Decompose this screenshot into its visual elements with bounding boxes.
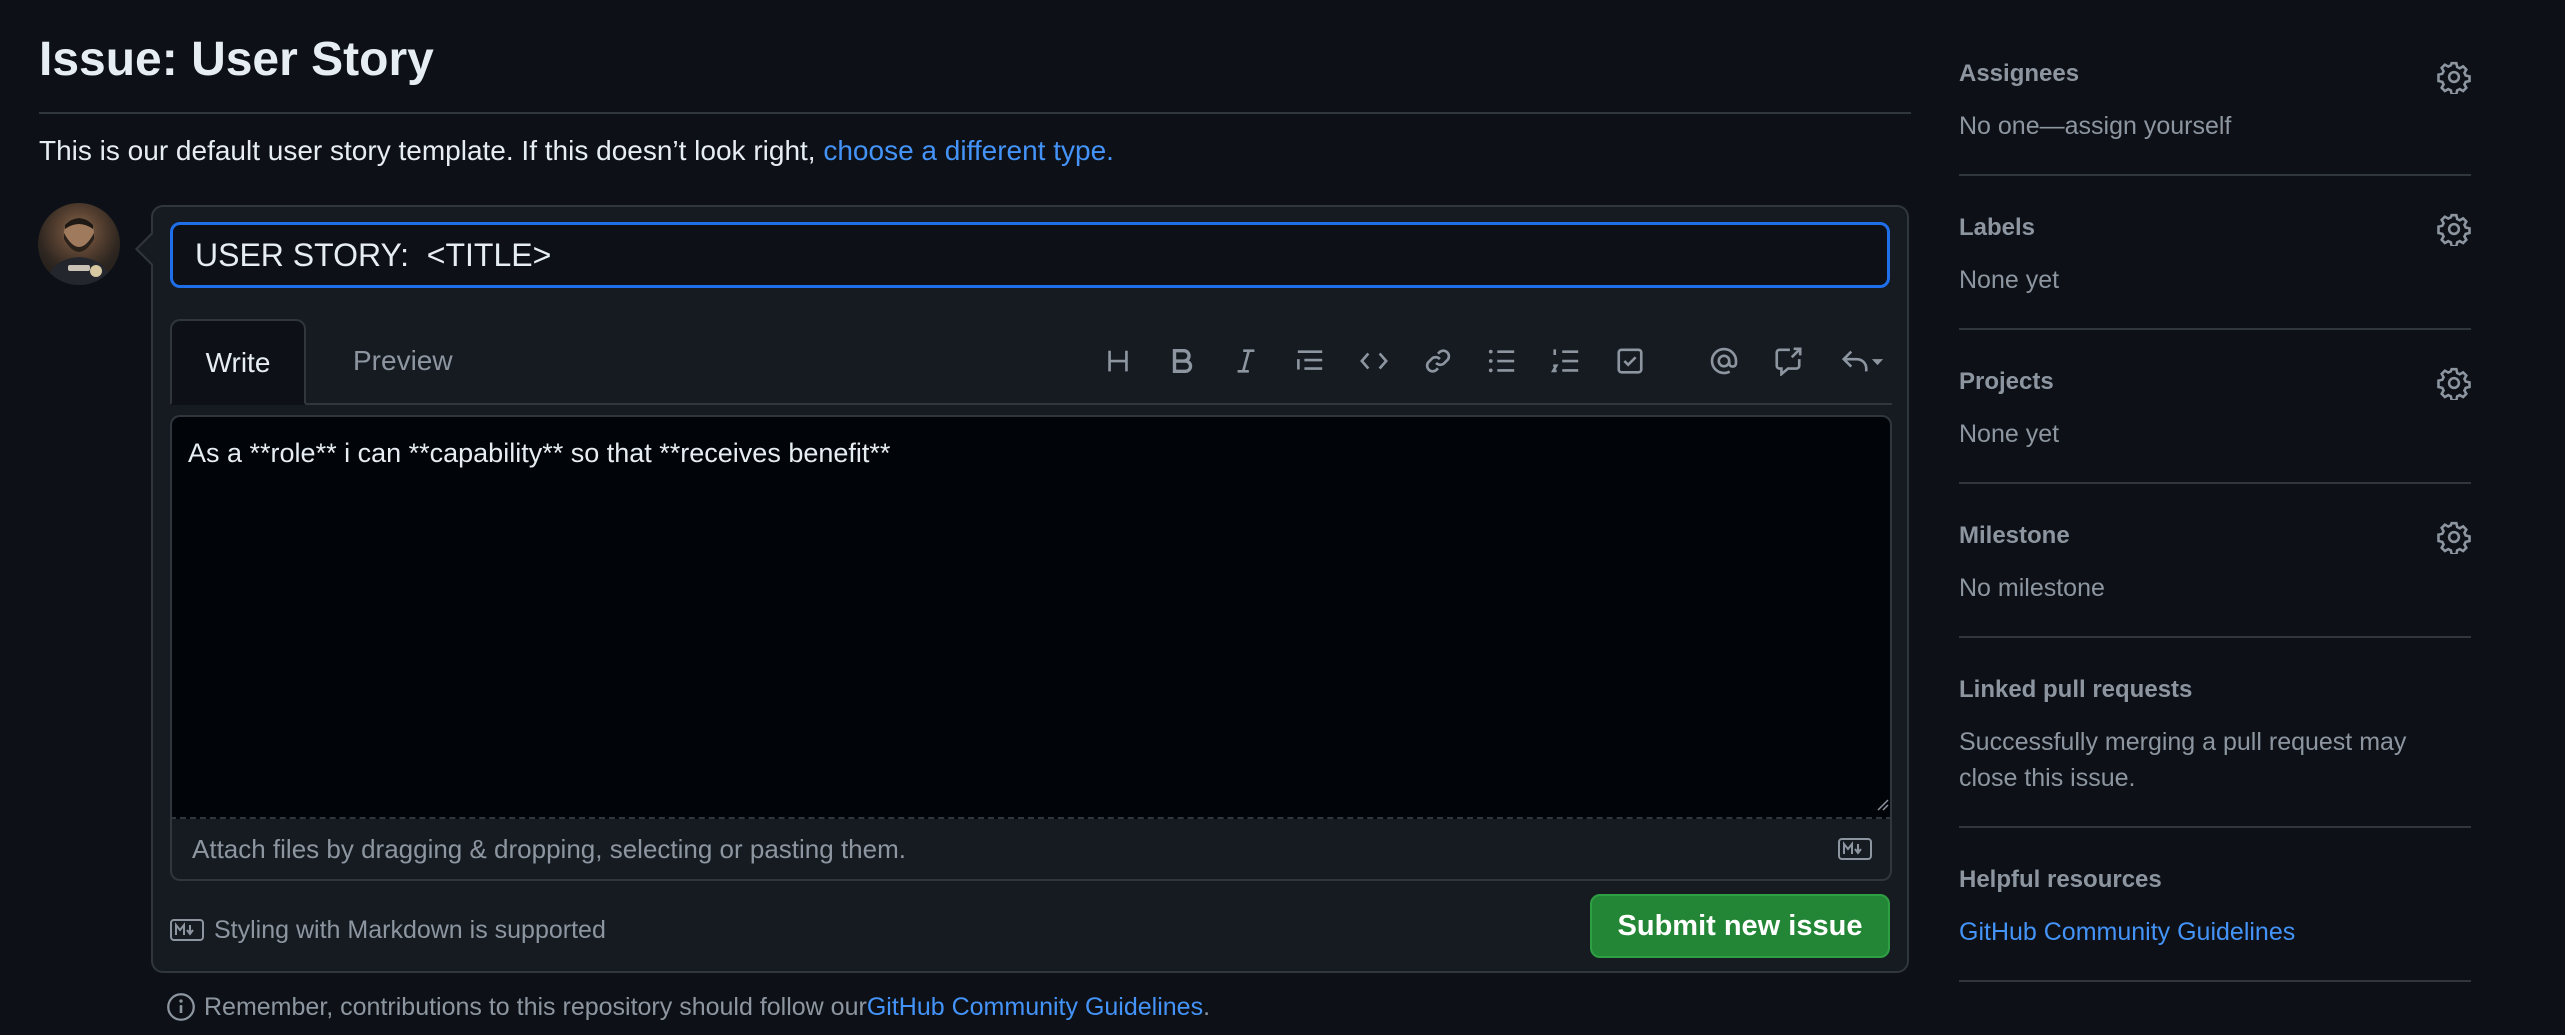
- mention-button[interactable]: [1704, 341, 1744, 381]
- link-icon: [1425, 349, 1451, 373]
- linked-prs-heading: Linked pull requests: [1959, 676, 2193, 703]
- cross-reference-icon: [1775, 347, 1802, 376]
- resize-handle-icon[interactable]: [1875, 797, 1889, 811]
- markdown-icon: [1838, 838, 1872, 860]
- issue-sidebar: Assignees No one—assign yourself Labels …: [1959, 46, 2471, 982]
- bold-button[interactable]: [1162, 341, 1202, 381]
- gear-icon: [2437, 367, 2471, 402]
- avatar-image: [46, 218, 112, 285]
- projects-heading: Projects: [1959, 368, 2054, 395]
- link-button[interactable]: [1418, 341, 1458, 381]
- markdown-support-text: Styling with Markdown is supported: [214, 916, 606, 944]
- sidebar-community-guidelines-link[interactable]: GitHub Community Guidelines: [1959, 914, 2295, 950]
- gear-icon: [2437, 213, 2471, 248]
- community-guidelines-link[interactable]: GitHub Community Guidelines: [867, 987, 1203, 1027]
- code-button[interactable]: [1354, 341, 1394, 381]
- markdown-icon: [170, 919, 204, 941]
- milestone-settings-button[interactable]: [2437, 520, 2471, 556]
- heading-button[interactable]: [1098, 341, 1138, 381]
- mention-icon: [1710, 347, 1738, 375]
- contribution-reminder-text: Remember, contributions to this reposito…: [204, 993, 867, 1021]
- editor-tabs: Write Preview: [170, 319, 1892, 405]
- saved-replies-button[interactable]: [1832, 341, 1892, 381]
- sidebar-milestone: Milestone No milestone: [1959, 484, 2471, 638]
- sidebar-helpful-resources: Helpful resources GitHub Community Guide…: [1959, 828, 2471, 982]
- avatar[interactable]: [38, 203, 120, 285]
- tab-preview[interactable]: Preview: [321, 319, 485, 403]
- linked-prs-text-line1: Successfully merging a pull request may: [1959, 728, 2407, 756]
- gear-icon: [2437, 61, 2471, 96]
- italic-button[interactable]: [1226, 341, 1266, 381]
- projects-settings-button[interactable]: [2437, 366, 2471, 402]
- labels-value: None yet: [1959, 266, 2060, 294]
- markdown-support-note[interactable]: Styling with Markdown is supported: [170, 910, 606, 950]
- assignees-settings-button[interactable]: [2437, 60, 2471, 96]
- milestone-value: No milestone: [1959, 574, 2105, 602]
- labels-settings-button[interactable]: [2437, 212, 2471, 248]
- gear-icon: [2437, 521, 2471, 556]
- info-icon: [167, 993, 195, 1021]
- assignees-value[interactable]: No one—assign yourself: [1959, 108, 2231, 144]
- labels-heading: Labels: [1959, 214, 2036, 241]
- ordered-list-icon: [1551, 349, 1579, 373]
- sidebar-projects: Projects None yet: [1959, 330, 2471, 484]
- heading-icon: [1108, 350, 1128, 372]
- task-list-icon: [1617, 348, 1643, 374]
- issue-title-input[interactable]: [170, 222, 1890, 288]
- template-intro-text: This is our default user story template.…: [39, 135, 824, 166]
- ordered-list-button[interactable]: [1546, 341, 1586, 381]
- contribution-reminder: Remember, contributions to this reposito…: [166, 987, 1210, 1027]
- saved-replies-icon: [1841, 350, 1883, 372]
- submit-new-issue-button[interactable]: Submit new issue: [1590, 894, 1890, 958]
- attach-files-bar[interactable]: Attach files by dragging & dropping, sel…: [170, 819, 1892, 881]
- projects-value: None yet: [1959, 420, 2060, 448]
- sidebar-assignees: Assignees No one—assign yourself: [1959, 46, 2471, 176]
- issue-body-editor[interactable]: [170, 415, 1892, 819]
- template-intro: This is our default user story template.…: [39, 131, 1114, 171]
- page-title: Issue: User Story: [39, 33, 434, 86]
- cross-reference-button[interactable]: [1768, 341, 1808, 381]
- title-divider: [39, 112, 1911, 114]
- sidebar-labels: Labels None yet: [1959, 176, 2471, 330]
- helpful-resources-heading: Helpful resources: [1959, 866, 2162, 893]
- unordered-list-icon: [1488, 349, 1515, 373]
- contribution-reminder-period: .: [1203, 993, 1211, 1021]
- milestone-heading: Milestone: [1959, 522, 2070, 549]
- issue-composer: Write Preview: [151, 205, 1909, 973]
- quote-button[interactable]: [1290, 341, 1330, 381]
- formatting-toolbar: [1074, 341, 1892, 381]
- italic-icon: [1237, 349, 1255, 373]
- tab-write[interactable]: Write: [170, 319, 306, 405]
- choose-different-type-link[interactable]: choose a different type.: [823, 135, 1114, 166]
- task-list-button[interactable]: [1610, 341, 1650, 381]
- quote-icon: [1297, 350, 1323, 370]
- sidebar-linked-pull-requests: Linked pull requests Successfully mergin…: [1959, 638, 2471, 828]
- assignees-heading: Assignees: [1959, 60, 2080, 87]
- unordered-list-button[interactable]: [1482, 341, 1522, 381]
- bold-icon: [1172, 349, 1193, 373]
- attach-files-text: Attach files by dragging & dropping, sel…: [192, 834, 906, 864]
- code-icon: [1360, 352, 1388, 370]
- linked-prs-text-line2: close this issue.: [1959, 764, 2136, 792]
